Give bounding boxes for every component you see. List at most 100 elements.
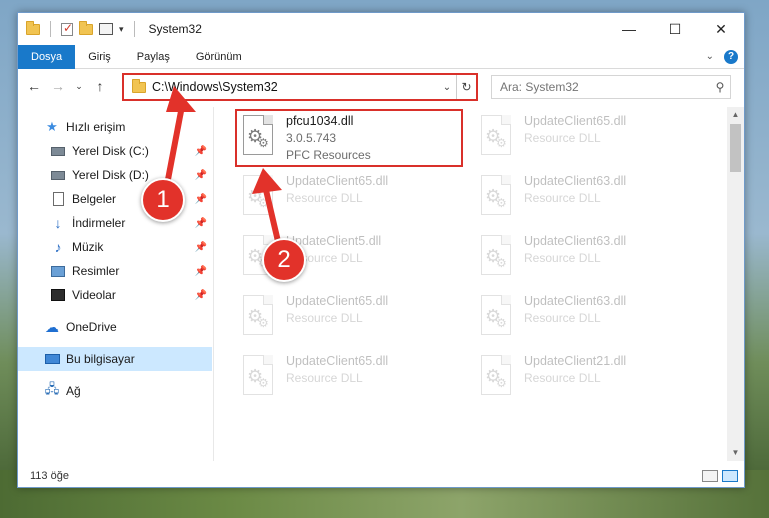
file-name: UpdateClient65.dll [286, 174, 389, 188]
scroll-down-icon[interactable]: ▼ [727, 445, 744, 461]
file-description: Resource DLL [286, 371, 363, 385]
address-dropdown-icon[interactable]: ⌄ [438, 82, 456, 93]
tiles-view-icon[interactable] [722, 470, 738, 482]
nav-item-music[interactable]: ♪ Müzik 📌 [18, 235, 213, 259]
pin-icon[interactable]: 📌 [195, 242, 207, 253]
nav-item-disk-d[interactable]: Yerel Disk (D:) 📌 [18, 163, 213, 187]
file-item[interactable]: ⚙ ⚙ UpdateClient63.dll Resource DLL [472, 289, 692, 345]
tab-gorunum[interactable]: Görünüm [183, 45, 255, 69]
explorer-window: ▾ System32 — ☐ ✕ Dosya Giriş Paylaş Görü… [17, 12, 745, 488]
file-item[interactable]: ⚙ ⚙ UpdateClient63.dll Resource DLL [472, 229, 692, 285]
document-icon [50, 192, 66, 206]
pin-icon[interactable]: 📌 [195, 194, 207, 205]
nav-item-this-pc[interactable]: Bu bilgisayar [18, 347, 212, 371]
tab-giris[interactable]: Giriş [75, 45, 124, 69]
window-title: System32 [148, 22, 202, 36]
pin-icon[interactable]: 📌 [195, 170, 207, 181]
scroll-up-icon[interactable]: ▲ [727, 107, 744, 123]
dll-file-icon: ⚙⚙ [476, 295, 516, 339]
nav-item-label: Yerel Disk (C:) [72, 144, 149, 158]
properties-check-icon[interactable] [61, 21, 73, 36]
pin-icon[interactable]: 📌 [195, 218, 207, 229]
item-count: 113 öğe [30, 470, 69, 482]
nav-item-label: Müzik [72, 240, 104, 254]
scroll-thumb[interactable] [730, 124, 741, 172]
nav-item-network[interactable]: 🖧 Ağ [18, 379, 213, 403]
nav-item-onedrive[interactable]: ☁ OneDrive [18, 315, 213, 339]
search-input[interactable] [500, 80, 710, 94]
expand-ribbon-icon[interactable]: ⌄ [706, 51, 714, 62]
nav-item-downloads[interactable]: ↓ İndirmeler 📌 [18, 211, 213, 235]
dll-file-icon: ⚙⚙ [238, 175, 278, 219]
view-toggle [702, 470, 744, 482]
nav-item-label: OneDrive [66, 320, 117, 334]
nav-item-pictures[interactable]: Resimler 📌 [18, 259, 213, 283]
address-bar[interactable]: C:\Windows\System32 ⌄ ↻ [122, 73, 478, 101]
toolbar-separator [133, 21, 135, 37]
music-icon: ♪ [54, 239, 62, 255]
folder-icon[interactable] [26, 20, 40, 35]
file-description: Resource DLL [524, 131, 601, 145]
new-folder-icon[interactable] [79, 20, 93, 35]
forward-icon[interactable]: → [50, 78, 66, 94]
nav-item-label: Hızlı erişim [66, 120, 126, 134]
file-item[interactable]: ⚙ ⚙ UpdateClient65.dll Resource DLL [234, 169, 454, 225]
maximize-button[interactable]: ☐ [652, 13, 698, 45]
up-icon[interactable]: ↑ [92, 78, 108, 94]
file-description: Resource DLL [286, 311, 363, 325]
file-description: Resource DLL [524, 191, 601, 205]
dll-file-icon: ⚙⚙ [476, 355, 516, 399]
callout-badge-1: 1 [141, 178, 185, 222]
dll-file-icon: ⚙⚙ [476, 235, 516, 279]
back-icon[interactable]: ← [26, 78, 42, 94]
file-description: Resource DLL [286, 191, 363, 205]
nav-item-videos[interactable]: Videolar 📌 [18, 283, 213, 307]
search-icon[interactable]: ⚲ [710, 80, 730, 94]
minimize-button[interactable]: — [606, 13, 652, 45]
nav-item-label: Ağ [66, 384, 81, 398]
callout-badge-2: 2 [262, 238, 306, 282]
details-view-icon[interactable] [702, 470, 718, 482]
properties-icon[interactable] [99, 23, 113, 35]
file-item[interactable]: ⚙ ⚙ UpdateClient65.dll Resource DLL [234, 289, 454, 345]
file-name: UpdateClient65.dll [524, 114, 627, 128]
dll-file-icon: ⚙⚙ [476, 175, 516, 219]
quick-access-toolbar: ▾ [26, 20, 139, 37]
address-path[interactable]: C:\Windows\System32 [152, 80, 438, 94]
file-item[interactable]: ⚙ ⚙ UpdateClient21.dll Resource DLL [472, 349, 692, 405]
file-name: UpdateClient63.dll [524, 234, 627, 248]
nav-item-label: Bu bilgisayar [66, 352, 135, 366]
refresh-icon[interactable]: ↻ [456, 75, 476, 99]
disk-icon [50, 168, 66, 182]
file-name: UpdateClient63.dll [524, 174, 627, 188]
video-icon [50, 288, 66, 302]
file-item[interactable]: ⚙ ⚙ UpdateClient65.dll Resource DLL [234, 349, 454, 405]
recent-locations-icon[interactable]: ⌄ [74, 81, 84, 92]
nav-item-label: Videolar [72, 288, 116, 302]
navigation-pane: ★ Hızlı erişim Yerel Disk (C:) 📌 Yerel D… [18, 107, 214, 461]
pictures-icon [50, 264, 66, 278]
pin-icon[interactable]: 📌 [195, 266, 207, 277]
pin-icon[interactable]: 📌 [195, 290, 207, 301]
file-highlight-box [235, 109, 463, 167]
close-button[interactable]: ✕ [698, 13, 744, 45]
tab-dosya[interactable]: Dosya [18, 44, 76, 69]
download-icon: ↓ [54, 215, 62, 231]
file-item[interactable]: ⚙ ⚙ UpdateClient65.dll Resource DLL [472, 109, 692, 165]
nav-item-label: Yerel Disk (D:) [72, 168, 149, 182]
vertical-scrollbar[interactable]: ▲ ▼ [727, 107, 744, 461]
toolbar-separator [50, 21, 51, 37]
dll-file-icon: ⚙⚙ [238, 295, 278, 339]
window-controls: — ☐ ✕ [606, 13, 744, 45]
pin-icon[interactable]: 📌 [195, 146, 207, 157]
nav-item-quick-access[interactable]: ★ Hızlı erişim [18, 115, 213, 139]
search-box[interactable]: ⚲ [491, 75, 731, 99]
ribbon-right: ⌄ ? [706, 49, 744, 64]
folder-icon [132, 78, 146, 93]
qat-dropdown-icon[interactable]: ▾ [119, 24, 124, 35]
help-icon[interactable]: ? [724, 49, 738, 64]
nav-item-disk-c[interactable]: Yerel Disk (C:) 📌 [18, 139, 213, 163]
star-icon: ★ [46, 119, 58, 134]
tab-paylas[interactable]: Paylaş [124, 45, 183, 69]
file-item[interactable]: ⚙ ⚙ UpdateClient63.dll Resource DLL [472, 169, 692, 225]
